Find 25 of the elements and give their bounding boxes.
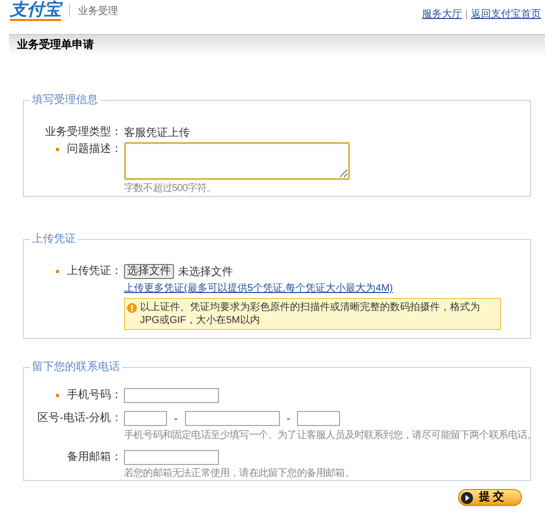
separator: -: [286, 412, 292, 426]
submit-button[interactable]: 提 交: [458, 489, 522, 506]
field-hint: 字数不超过500字符。: [124, 182, 218, 195]
field-label: 上传凭证：: [67, 264, 122, 279]
header-link[interactable]: 服务大厅: [422, 7, 462, 22]
field-label: 区号-电话-分机：: [38, 410, 122, 426]
header-section-title: 业务受理: [78, 4, 118, 18]
file-status: 未选择文件: [178, 264, 233, 280]
field-label: 备用邮箱：: [67, 450, 122, 466]
field-value: 客服凭证上传: [124, 126, 190, 140]
field-hint: 若您的邮箱无法正常使用，请在此留下您的备用邮箱。: [124, 467, 354, 480]
header-link[interactable]: 返回支付宝首页: [471, 7, 541, 22]
section-legend: 填写受理信息: [30, 92, 100, 108]
field-label: 业务受理类型：: [45, 124, 122, 140]
field-label: 手机号码：: [67, 388, 122, 403]
section-legend: 上传凭证: [30, 231, 78, 248]
page-title: 业务受理单申请: [17, 38, 94, 54]
field-label: 问题描述：: [67, 142, 122, 158]
upload-more-link[interactable]: 上传更多凭证(最多可以提供5个凭证,每个凭证大小最大为4M): [124, 281, 501, 296]
field-hint: 手机号码和固定电话至少填写一个。为了让客服人员及时联系到您，请尽可能留下两个联系电话。: [124, 429, 537, 442]
choose-file-button[interactable]: 选择文件: [124, 264, 174, 280]
logo[interactable]: 支付宝: [10, 1, 61, 21]
section-legend: 留下您的联系电话: [30, 359, 122, 376]
separator: -: [173, 412, 179, 426]
notice-text: 以上证件、凭证均要求为彩色原件的扫描件或清晰完整的数码拍摄件，格式为JPG或GIF，大小在5M以内: [140, 301, 481, 327]
